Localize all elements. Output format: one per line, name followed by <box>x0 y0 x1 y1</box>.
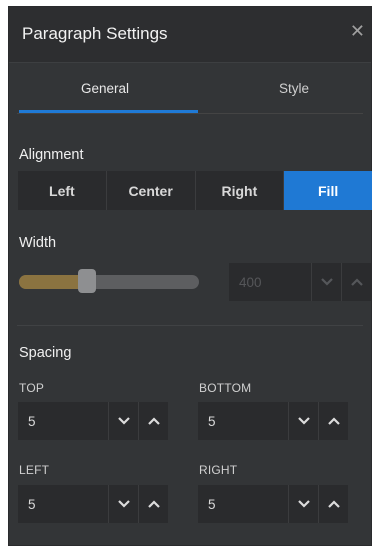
spacing-right-decrement-button[interactable] <box>288 485 318 523</box>
align-fill-button[interactable]: Fill <box>284 171 372 210</box>
width-decrement-button[interactable] <box>311 263 341 301</box>
spacing-bottom-value[interactable]: 5 <box>198 414 288 429</box>
title-bar: Paragraph Settings ✕ <box>9 7 371 63</box>
width-increment-button[interactable] <box>341 263 371 301</box>
chevron-down-icon <box>320 278 333 286</box>
alignment-segmented-control: Left Center Right Fill <box>18 171 372 210</box>
spacing-top-increment-button[interactable] <box>138 402 168 440</box>
chevron-down-icon <box>117 500 130 508</box>
spacing-left-label: LEFT <box>19 463 50 477</box>
chevron-up-icon <box>147 417 160 425</box>
paragraph-settings-panel: Paragraph Settings ✕ General Style Align… <box>8 6 372 546</box>
spacing-bottom-field[interactable]: 5 <box>198 402 348 440</box>
spacing-left-value[interactable]: 5 <box>18 497 108 512</box>
spacing-top-value[interactable]: 5 <box>18 414 108 429</box>
chevron-up-icon <box>327 500 340 508</box>
width-value[interactable]: 400 <box>229 275 311 290</box>
align-right-button[interactable]: Right <box>196 171 285 210</box>
spacing-bottom-increment-button[interactable] <box>318 402 348 440</box>
chevron-down-icon <box>297 500 310 508</box>
spacing-left-field[interactable]: 5 <box>18 485 168 523</box>
align-center-button[interactable]: Center <box>107 171 196 210</box>
spacing-right-value[interactable]: 5 <box>198 497 288 512</box>
tab-bar: General Style <box>17 69 363 114</box>
spacing-label: Spacing <box>19 345 72 361</box>
chevron-down-icon <box>117 417 130 425</box>
chevron-up-icon <box>327 417 340 425</box>
spacing-bottom-decrement-button[interactable] <box>288 402 318 440</box>
spacing-top-decrement-button[interactable] <box>108 402 138 440</box>
chevron-up-icon <box>350 278 363 286</box>
spacing-top-label: TOP <box>19 381 45 395</box>
align-left-button[interactable]: Left <box>18 171 107 210</box>
close-icon[interactable]: ✕ <box>350 22 365 40</box>
width-slider-handle[interactable] <box>78 269 97 293</box>
spacing-top-field[interactable]: 5 <box>18 402 168 440</box>
chevron-up-icon <box>147 500 160 508</box>
section-divider <box>17 325 363 326</box>
panel-title: Paragraph Settings <box>22 24 168 43</box>
width-slider-fill <box>19 275 88 289</box>
width-slider-track[interactable] <box>19 275 199 289</box>
spacing-right-field[interactable]: 5 <box>198 485 348 523</box>
tab-style[interactable]: Style <box>279 81 309 96</box>
active-tab-indicator <box>19 110 198 113</box>
spacing-left-increment-button[interactable] <box>138 485 168 523</box>
tab-general[interactable]: General <box>81 81 129 96</box>
width-label: Width <box>19 235 57 251</box>
width-number-field[interactable]: 400 <box>229 263 371 301</box>
spacing-bottom-label: BOTTOM <box>199 381 252 395</box>
spacing-left-decrement-button[interactable] <box>108 485 138 523</box>
spacing-right-label: RIGHT <box>199 463 238 477</box>
spacing-right-increment-button[interactable] <box>318 485 348 523</box>
chevron-down-icon <box>297 417 310 425</box>
alignment-label: Alignment <box>19 147 84 163</box>
